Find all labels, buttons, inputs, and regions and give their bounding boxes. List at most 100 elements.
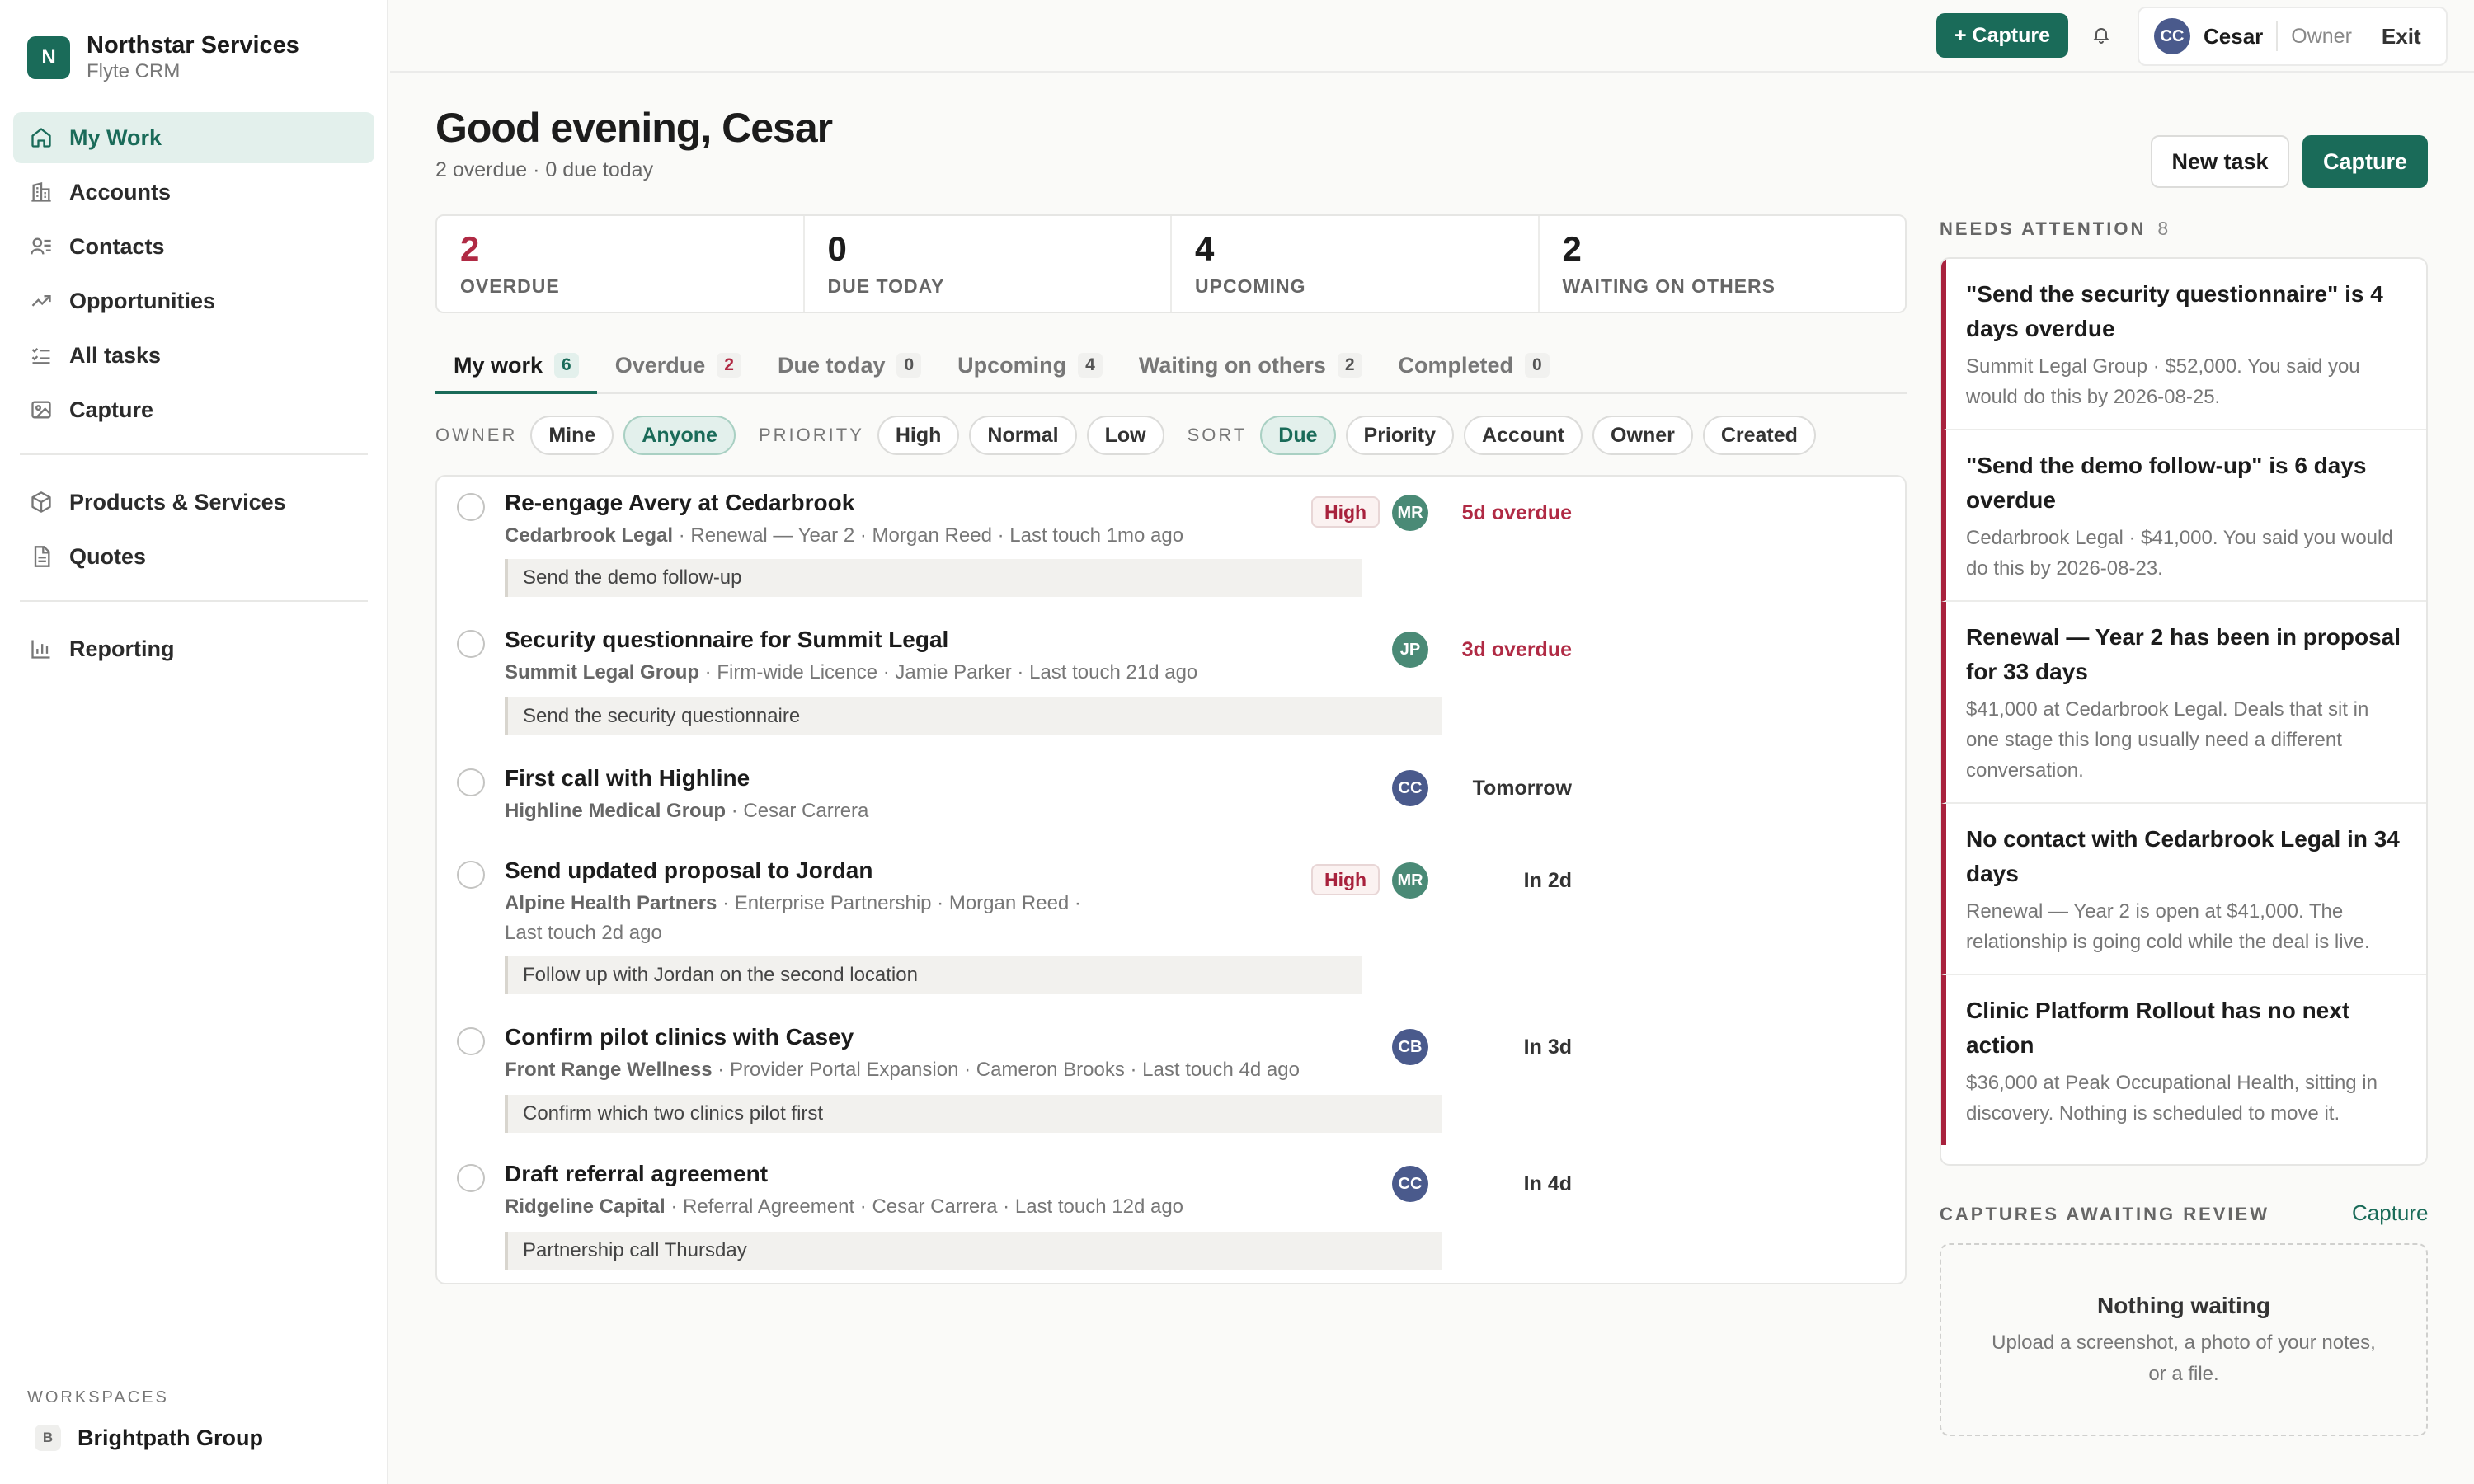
attention-item[interactable]: "Send the demo follow-up" is 6 days over… [1941,430,2426,602]
task-row[interactable]: Confirm pilot clinics with Casey Front R… [437,1011,1905,1149]
sort-chip-priority[interactable]: Priority [1345,416,1455,455]
attention-item[interactable]: "Send the security questionnaire" is 4 d… [1941,259,2426,430]
task-account[interactable]: Highline Medical Group [505,800,726,822]
task-last-touch: Last touch 2d ago [505,922,662,944]
attention-body: $36,000 at Peak Occupational Health, sit… [1966,1072,2378,1125]
task-deal: Firm-wide Licence [717,661,878,683]
notifications-button[interactable] [2086,20,2116,49]
task-title[interactable]: Re-engage Avery at Cedarbrook [505,490,854,516]
stat-overdue[interactable]: 2 OVERDUE [437,216,805,312]
stat-due-today[interactable]: 0 DUE TODAY [805,216,1172,312]
tab-due-today[interactable]: Due today 0 [760,343,939,394]
sort-chip-owner[interactable]: Owner [1592,416,1693,455]
captures-link[interactable]: Capture [2352,1200,2429,1226]
sort-chip-created[interactable]: Created [1702,416,1816,455]
task-row[interactable]: Send updated proposal to Jordan Alpine H… [437,844,1905,1012]
task-checkbox[interactable] [457,1164,485,1192]
task-last-touch: Last touch 4d ago [1142,1059,1300,1081]
sort-label: SORT [1187,425,1248,445]
tab-completed[interactable]: Completed 0 [1380,343,1568,394]
workspace-item[interactable]: B Brightpath Group [35,1425,263,1451]
capture-button[interactable]: Capture [2302,135,2428,188]
top-capture-button[interactable]: + Capture [1936,13,2068,58]
task-checkbox[interactable] [457,630,485,658]
sidebar-item-all-tasks[interactable]: All tasks [13,330,374,381]
sidebar-item-my-work[interactable]: My Work [13,112,374,163]
task-meta: Alpine Health Partners · Enterprise Part… [505,892,1081,914]
exit-button[interactable]: Exit [2382,24,2421,49]
task-account[interactable]: Ridgeline Capital [505,1195,666,1218]
task-row[interactable]: Re-engage Avery at Cedarbrook Cedarbrook… [437,477,1905,615]
task-due: In 4d [1523,1172,1572,1195]
workspace-badge: B [35,1425,61,1451]
task-owner: Morgan Reed [872,524,992,547]
task-title[interactable]: Draft referral agreement [505,1161,768,1187]
image-icon [31,401,51,419]
sidebar-item-reporting[interactable]: Reporting [13,623,374,674]
owner-chip-anyone[interactable]: Anyone [623,416,736,455]
sidebar-item-contacts[interactable]: Contacts [13,221,374,272]
task-account[interactable]: Alpine Health Partners [505,892,717,914]
captures-empty-title: Nothing waiting [2097,1293,2270,1318]
sidebar-item-label: Contacts [69,233,165,259]
task-checkbox[interactable] [457,493,485,521]
task-due: In 2d [1523,869,1572,892]
sort-chip-due[interactable]: Due [1260,416,1336,455]
task-last-touch: Last touch 12d ago [1014,1195,1184,1218]
sort-chip-account[interactable]: Account [1464,416,1583,455]
sidebar-item-capture[interactable]: Capture [13,384,374,435]
attention-item[interactable]: Clinic Platform Rollout has no next acti… [1941,975,2426,1145]
tab-count: 4 [1078,353,1103,378]
tab-upcoming[interactable]: Upcoming 4 [939,343,1121,394]
owner-chip-mine[interactable]: Mine [530,416,614,455]
sidebar-nav: My Work Accounts Contacts Opportunities … [13,112,374,678]
avatar[interactable]: CC [2154,18,2190,54]
user-name[interactable]: Cesar [2204,24,2263,49]
task-title[interactable]: Confirm pilot clinics with Casey [505,1024,854,1050]
task-account[interactable]: Summit Legal Group [505,661,699,683]
task-meta: Ridgeline Capital · Referral Agreement ·… [505,1195,1184,1218]
brand[interactable]: N Northstar Services Flyte CRM [27,31,299,84]
new-task-button[interactable]: New task [2151,135,2289,188]
captures-dropzone[interactable]: Nothing waiting Upload a screenshot, a p… [1940,1243,2428,1436]
task-checkbox[interactable] [457,861,485,889]
tab-label: Upcoming [957,353,1067,378]
task-checkbox[interactable] [457,768,485,796]
tab-waiting[interactable]: Waiting on others 2 [1121,343,1380,394]
stat-upcoming[interactable]: 4 UPCOMING [1172,216,1540,312]
priority-chip-high[interactable]: High [877,416,960,455]
task-account[interactable]: Cedarbrook Legal [505,524,673,547]
sidebar-item-opportunities[interactable]: Opportunities [13,275,374,326]
priority-chip-normal[interactable]: Normal [969,416,1077,455]
sidebar-item-quotes[interactable]: Quotes [13,531,374,582]
task-title[interactable]: Send updated proposal to Jordan [505,857,872,884]
task-title[interactable]: First call with Highline [505,765,750,791]
attention-item[interactable]: Renewal — Year 2 has been in proposal fo… [1941,602,2426,804]
priority-badge: High [1311,496,1380,528]
task-row[interactable]: Draft referral agreement Ridgeline Capit… [437,1148,1905,1284]
task-row[interactable]: Security questionnaire for Summit Legal … [437,613,1905,752]
task-note: Partnership call Thursday [505,1232,1442,1270]
attention-body: $41,000 at Cedarbrook Legal. Deals that … [1966,698,2369,782]
task-row[interactable]: First call with Highline Highline Medica… [437,752,1905,844]
task-due: 3d overdue [1461,638,1572,661]
task-account[interactable]: Front Range Wellness [505,1059,713,1081]
tab-overdue[interactable]: Overdue 2 [597,343,760,394]
tab-my-work[interactable]: My work 6 [435,343,597,394]
box-icon [31,491,51,513]
task-title[interactable]: Security questionnaire for Summit Legal [505,627,948,653]
task-note: Send the security questionnaire [505,697,1442,735]
task-checkbox[interactable] [457,1027,485,1055]
stat-waiting[interactable]: 2 WAITING ON OTHERS [1540,216,1906,312]
task-last-touch: Last touch 21d ago [1029,661,1198,683]
sidebar-item-accounts[interactable]: Accounts [13,167,374,218]
brand-subtitle: Flyte CRM [87,60,181,82]
task-meta: Highline Medical Group · Cesar Carrera [505,800,869,822]
priority-chip-low[interactable]: Low [1086,416,1164,455]
document-icon [34,546,50,567]
needs-attention-panel: "Send the security questionnaire" is 4 d… [1940,257,2428,1166]
sidebar-item-products-services[interactable]: Products & Services [13,477,374,528]
captures-empty-body: Upload a screenshot, a photo of your not… [1992,1331,2376,1385]
task-due: Tomorrow [1472,777,1572,800]
attention-item[interactable]: No contact with Cedarbrook Legal in 34 d… [1941,804,2426,975]
